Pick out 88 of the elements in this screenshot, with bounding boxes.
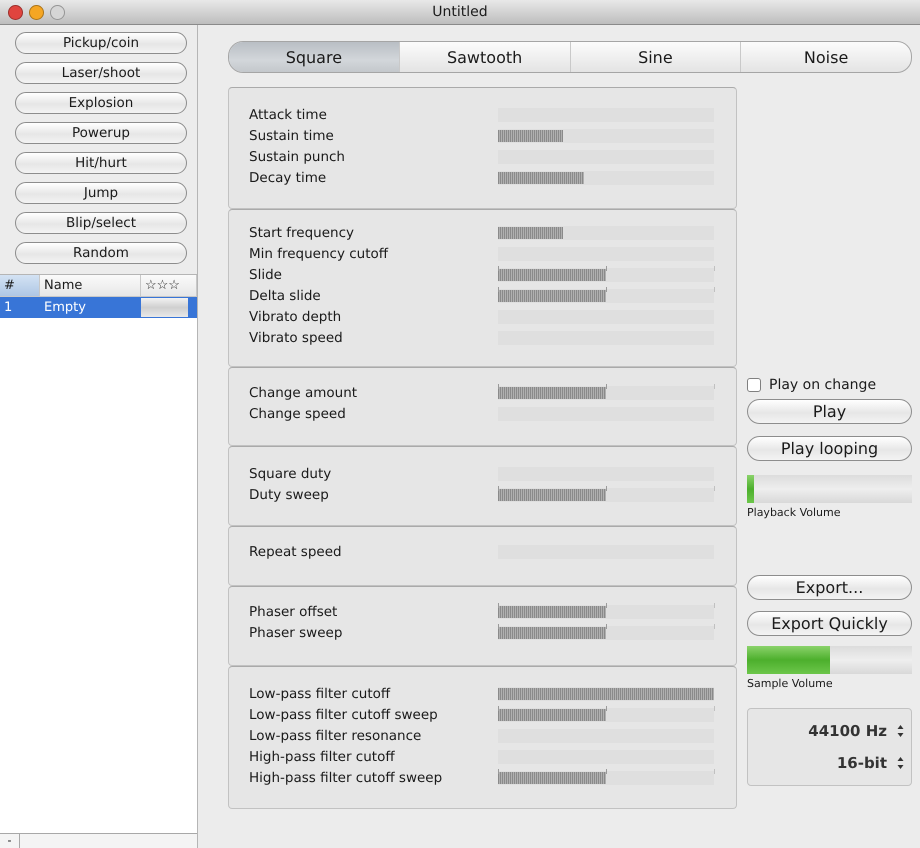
tick-mark <box>498 486 499 490</box>
playback-volume-meter[interactable] <box>747 475 912 503</box>
minimize-button[interactable] <box>29 4 44 20</box>
parameter-label: Start frequency <box>249 224 355 240</box>
remove-button[interactable]: - <box>0 834 20 848</box>
tick-mark <box>498 286 499 292</box>
parameter-label: Low-pass filter resonance <box>249 728 422 744</box>
column-header[interactable]: ☆☆☆ <box>141 275 197 296</box>
preset-button[interactable]: Random <box>15 242 187 264</box>
export-button[interactable]: Export... <box>747 575 912 600</box>
parameter-label: Slide <box>249 266 283 282</box>
meter-label: Sample Volume <box>747 677 834 690</box>
parameter-label: Square duty <box>249 466 332 482</box>
tick-mark <box>498 602 499 608</box>
tick-mark <box>606 266 607 270</box>
parameter-slider[interactable] <box>498 606 606 618</box>
parameter-slider[interactable] <box>498 226 563 238</box>
checkbox-label: Play on change <box>769 377 876 393</box>
parameter-label: Low-pass filter cutoff sweep <box>249 706 439 722</box>
tick-mark <box>606 384 607 388</box>
rating-cell <box>141 298 188 317</box>
parameter-slider[interactable] <box>498 708 606 720</box>
window-title: Untitled <box>432 4 488 20</box>
parameter-slider[interactable] <box>498 172 584 184</box>
meter-label: Playback Volume <box>747 506 842 519</box>
checkbox[interactable] <box>747 378 761 392</box>
parameter-slider[interactable] <box>498 268 606 280</box>
parameter-label: Vibrato speed <box>249 330 344 346</box>
parameter-label: Sustain time <box>249 128 335 144</box>
close-button[interactable] <box>8 4 23 20</box>
parameter-label: Change amount <box>249 384 358 400</box>
waveform-tab[interactable]: Square <box>229 42 400 72</box>
preset-button[interactable]: Laser/shoot <box>15 62 187 84</box>
parameter-label: Change speed <box>249 406 347 422</box>
column-header[interactable]: # <box>0 275 40 296</box>
parameter-label: Phaser offset <box>249 604 338 620</box>
parameter-slider[interactable] <box>498 626 606 638</box>
zoom-button[interactable] <box>50 4 65 20</box>
preset-button[interactable]: Powerup <box>15 122 187 144</box>
parameter-label: Duty sweep <box>249 486 330 502</box>
tick-mark <box>606 286 607 292</box>
tick-mark <box>606 768 607 774</box>
tick-mark <box>498 266 499 270</box>
waveform-tab[interactable]: Sawtooth <box>400 42 570 72</box>
column-header[interactable]: Name <box>40 275 141 296</box>
preset-button[interactable]: Explosion <box>15 92 187 114</box>
parameter-label: Phaser sweep <box>249 624 344 640</box>
preset-button[interactable]: Pickup/coin <box>15 32 187 54</box>
tick-mark <box>606 602 607 608</box>
parameter-slider[interactable] <box>498 772 606 784</box>
waveform-tab[interactable]: Noise <box>741 42 911 72</box>
stepper-icon <box>897 724 904 738</box>
parameter-label: Low-pass filter cutoff <box>249 686 392 702</box>
tick-mark <box>606 624 607 628</box>
tick-mark <box>498 706 499 710</box>
parameter-label: Repeat speed <box>249 544 343 560</box>
sample-volume-meter[interactable] <box>747 646 912 674</box>
parameter-label: Delta slide <box>249 288 322 304</box>
parameter-label: Sustain punch <box>249 148 346 164</box>
parameter-slider[interactable] <box>498 290 606 302</box>
parameter-label: Attack time <box>249 106 328 122</box>
sample-rate-select[interactable]: 44100 Hz <box>780 722 904 740</box>
bit-depth-select[interactable]: 16-bit <box>780 754 904 772</box>
play-looping-button[interactable]: Play looping <box>747 436 912 461</box>
play-button[interactable]: Play <box>747 399 912 424</box>
preset-button[interactable]: Jump <box>15 182 187 204</box>
parameter-label: Decay time <box>249 170 328 186</box>
parameter-label: Vibrato depth <box>249 308 342 324</box>
tick-mark <box>606 486 607 490</box>
table-cell-text: 1 <box>3 299 14 317</box>
sound-row[interactable]: 1 Empty <box>0 297 197 318</box>
preset-button[interactable]: Blip/select <box>15 212 187 234</box>
tick-mark <box>498 384 499 388</box>
waveform-tab[interactable]: Sine <box>570 42 742 72</box>
parameter-slider[interactable] <box>498 688 714 700</box>
parameter-label: High-pass filter cutoff <box>249 748 396 764</box>
export-quickly-button[interactable]: Export Quickly <box>747 611 912 636</box>
parameter-slider[interactable] <box>498 386 606 398</box>
parameter-slider[interactable] <box>498 488 606 500</box>
tick-mark <box>606 706 607 710</box>
parameter-label: Min frequency cutoff <box>249 246 390 262</box>
table-cell-text: Empty <box>43 299 87 317</box>
tick-mark <box>498 624 499 628</box>
preset-button[interactable]: Hit/hurt <box>15 152 187 174</box>
parameter-label: High-pass filter cutoff sweep <box>249 770 444 786</box>
stepper-icon <box>897 756 904 770</box>
tick-mark <box>498 768 499 774</box>
parameter-slider[interactable] <box>498 130 563 142</box>
